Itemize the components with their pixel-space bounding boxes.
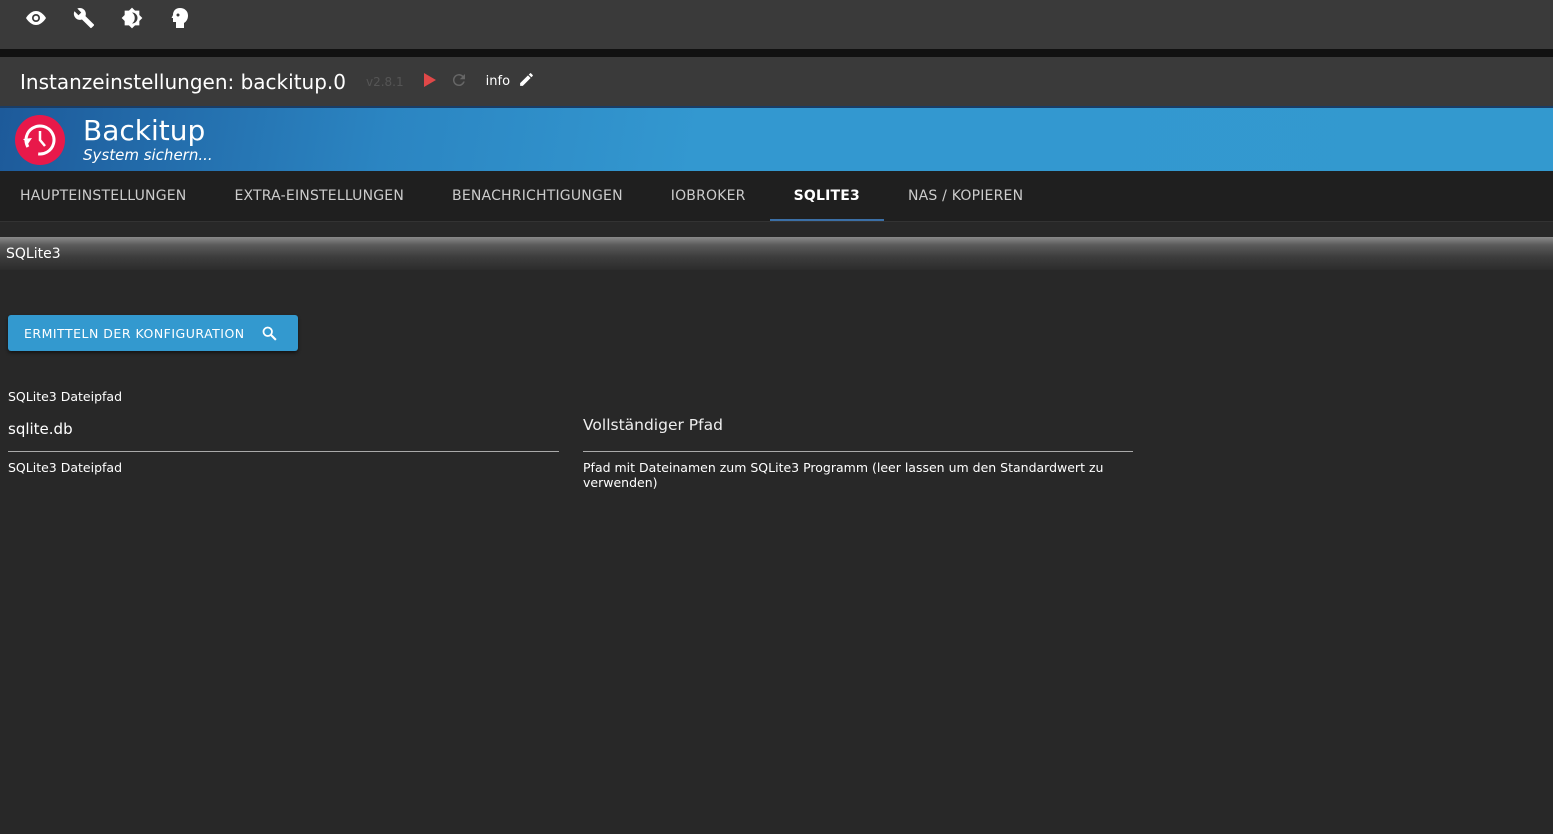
adapter-banner: Backitup System sichern... <box>0 106 1553 171</box>
full-path-input[interactable]: Vollständiger Pfad <box>583 410 1133 452</box>
instance-titlebar: Instanzeinstellungen: backitup.0 v2.8.1 … <box>0 57 1553 106</box>
tab-sqlite3[interactable]: SQLITE3 <box>769 171 885 221</box>
pencil-icon[interactable] <box>518 71 535 92</box>
full-path-help: Pfad mit Dateinamen zum SQLite3 Programm… <box>583 460 1104 490</box>
tab-extra-einstellungen[interactable]: EXTRA-EINSTELLUNGEN <box>210 171 428 221</box>
adapter-name: Backitup <box>83 113 206 147</box>
search-icon <box>262 326 277 341</box>
version-label: v2.8.1 <box>366 74 404 89</box>
page-title: Instanzeinstellungen: backitup.0 <box>20 69 346 94</box>
divider <box>0 49 1553 57</box>
section-header: SQLite3 <box>0 237 1553 270</box>
settings-tabs: HAUPTEINSTELLUNGEN EXTRA-EINSTELLUNGEN B… <box>0 171 1553 222</box>
brightness-icon[interactable] <box>120 6 144 30</box>
tab-haupteinstellungen[interactable]: HAUPTEINSTELLUNGEN <box>0 171 210 221</box>
info-link[interactable]: info <box>486 74 510 89</box>
sqlite-path-label: SQLite3 Dateipfad <box>8 389 123 404</box>
sqlite-path-value: sqlite.db <box>8 420 73 438</box>
tab-nas-kopieren[interactable]: NAS / KOPIEREN <box>884 171 1047 221</box>
detect-config-label: ERMITTELN DER KONFIGURATION <box>24 325 245 341</box>
reload-icon[interactable] <box>450 71 468 93</box>
detect-config-button[interactable]: ERMITTELN DER KONFIGURATION <box>8 315 298 351</box>
sqlite-path-input[interactable]: sqlite.db <box>8 414 559 452</box>
wrench-icon[interactable] <box>72 6 96 30</box>
sqlite-path-help: SQLite3 Dateipfad <box>8 460 123 475</box>
play-icon[interactable] <box>423 72 436 91</box>
backitup-logo-icon <box>15 114 65 165</box>
top-toolbar <box>0 0 1553 49</box>
adapter-subtitle: System sichern... <box>83 145 213 164</box>
tab-iobroker[interactable]: IOBROKER <box>647 171 770 221</box>
eye-icon[interactable] <box>24 6 48 30</box>
tab-benachrichtigungen[interactable]: BENACHRICHTIGUNGEN <box>428 171 647 221</box>
full-path-label: Vollständiger Pfad <box>583 416 723 434</box>
head-icon[interactable] <box>168 6 192 30</box>
